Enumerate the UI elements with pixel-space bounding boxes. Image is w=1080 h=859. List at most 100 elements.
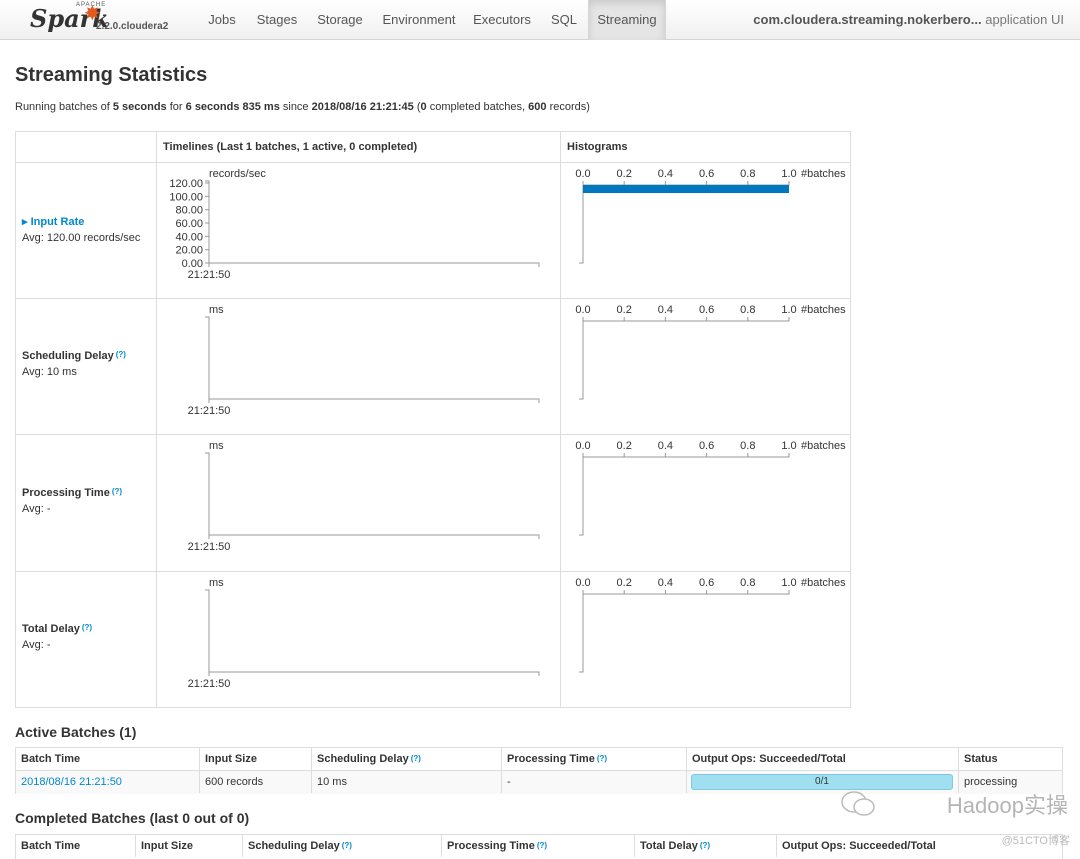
tab-streaming[interactable]: Streaming: [588, 0, 666, 40]
timeline-axis: [205, 180, 540, 267]
histogram-y-axis: [579, 321, 584, 400]
y-tick-label: 60.00: [175, 218, 203, 230]
histogram-tick-label: 0.6: [699, 168, 714, 180]
col-output-ops[interactable]: Output Ops: Succeeded/Total: [686, 748, 958, 770]
col-processing-time[interactable]: Processing Time (?): [501, 748, 686, 770]
y-tick-label: 120.00: [169, 178, 203, 190]
completed-label: completed batches,: [429, 101, 526, 113]
col-processing-time-label: Processing Time: [447, 840, 535, 852]
histogram-y-axis: [579, 457, 584, 536]
histogram-tick-label: 0.2: [617, 304, 632, 316]
timeline-axis: [205, 316, 540, 403]
histogram-tick-label: 0.0: [575, 168, 590, 180]
help-icon[interactable]: (?): [700, 841, 710, 850]
histogram-y-axis: [579, 185, 584, 264]
wechat-icon: [841, 791, 875, 816]
histogram-axis: [582, 453, 790, 458]
input-size-cell: 600 records: [199, 771, 311, 793]
histogram-tick-label: 0.4: [658, 168, 673, 180]
histogram-tick-label: 1.0: [781, 440, 796, 452]
timelines-header: Timelines (Last 1 batches, 1 active, 0 c…: [163, 141, 418, 153]
processing-time-cell: -: [501, 771, 686, 793]
histogram-tick-label: 0.0: [575, 577, 590, 589]
x-tick-label: 21:21:50: [188, 405, 231, 417]
tab-executors[interactable]: Executors: [468, 0, 536, 40]
app-title: com.cloudera.streaming.nokerbero... appl…: [753, 0, 1064, 39]
record-count: 600: [528, 101, 547, 113]
histogram-tick-label: 0.0: [575, 440, 590, 452]
spark-logo[interactable]: APACHE Spark ✸ 2.2.0.cloudera2: [30, 2, 180, 38]
scheduling-delay-cell: 10 ms: [311, 771, 501, 793]
scheduling-delay-avg: Avg: 10 ms: [22, 366, 77, 378]
histogram-tick-label: 0.8: [740, 577, 755, 589]
tab-storage[interactable]: Storage: [310, 0, 370, 40]
total-delay-histogram[interactable]: 0.0 0.2 0.4 0.6 0.8 1.0 #batches: [561, 572, 851, 708]
col-scheduling-delay[interactable]: Scheduling Delay (?): [311, 748, 501, 770]
y-tick-label: 80.00: [175, 205, 203, 217]
app-suffix: application UI: [985, 12, 1064, 27]
help-icon[interactable]: (?): [597, 754, 607, 763]
x-tick-label: 21:21:50: [188, 269, 231, 281]
batch-interval: 5 seconds: [112, 101, 167, 113]
help-icon[interactable]: (?): [116, 350, 126, 359]
batch-time-link[interactable]: 2018/08/16 21:21:50: [21, 776, 122, 788]
histogram-tick-label: 0.8: [740, 168, 755, 180]
input-rate-avg: Avg: 120.00 records/sec: [22, 232, 141, 244]
histogram-tick-label: 0.6: [699, 304, 714, 316]
col-input-size[interactable]: Input Size: [135, 835, 242, 857]
help-icon[interactable]: (?): [537, 841, 547, 850]
histogram-tick-label: 0.4: [658, 577, 673, 589]
histogram-bar: [583, 185, 789, 193]
processing-time-timeline[interactable]: ms 21:21:50: [157, 435, 560, 571]
tab-stages[interactable]: Stages: [250, 0, 304, 40]
histogram-tick-label: 1.0: [781, 168, 796, 180]
input-rate-label: Input Rate: [30, 216, 85, 228]
page-title: Streaming Statistics: [15, 64, 208, 86]
col-processing-time[interactable]: Processing Time (?): [441, 835, 634, 857]
scheduling-delay-timeline[interactable]: ms 21:21:50: [157, 299, 560, 434]
completed-batches-title: Completed Batches (last 0 out of 0): [15, 810, 250, 826]
total-delay-avg: Avg: -: [22, 639, 51, 651]
completed-count: 0: [420, 101, 427, 113]
start-time: 2018/08/16 21:21:45: [311, 101, 414, 113]
top-navbar: APACHE Spark ✸ 2.2.0.cloudera2 Jobs Stag…: [0, 0, 1080, 40]
processing-time-label: Processing Time: [22, 487, 110, 499]
help-icon[interactable]: (?): [82, 623, 92, 632]
batch-time-cell: 2018/08/16 21:21:50: [16, 771, 199, 793]
processing-time-avg: Avg: -: [22, 503, 51, 515]
output-ops-progress-bar: 0/1: [691, 774, 953, 790]
col-total-delay[interactable]: Total Delay (?): [634, 835, 776, 857]
histogram-tick-label: 0.2: [617, 577, 632, 589]
help-icon[interactable]: (?): [342, 841, 352, 850]
col-total-delay-label: Total Delay: [640, 840, 698, 852]
histogram-tick-label: 0.6: [699, 577, 714, 589]
timeline-axis: [205, 452, 540, 539]
histogram-y-axis: [579, 594, 584, 673]
col-batch-time[interactable]: Batch Time: [16, 835, 135, 857]
histogram-axis: [582, 181, 790, 186]
histogram-tick-label: 0.8: [740, 440, 755, 452]
summary-since: since: [282, 101, 309, 113]
input-rate-timeline[interactable]: records/sec 120.00100.00 80.0060.0040.00 20…: [157, 163, 560, 298]
input-rate-histogram[interactable]: 0.0 0.2 0.4 0.6 0.8 1.0 #batches: [561, 163, 851, 298]
watermark-sub: @51CTO博客: [1001, 835, 1070, 847]
col-status[interactable]: Status: [958, 748, 1064, 770]
help-icon[interactable]: (?): [411, 754, 421, 763]
histogram-tick-label: 1.0: [781, 577, 796, 589]
total-delay-timeline[interactable]: ms 21:21:50: [157, 572, 560, 708]
histogram-tick-label: 0.0: [575, 304, 590, 316]
tab-sql[interactable]: SQL: [542, 0, 586, 40]
input-rate-toggle[interactable]: ▸ Input Rate: [22, 215, 140, 228]
metric-total-delay: Total Delay (?) Avg: -: [22, 623, 92, 651]
processing-time-histogram[interactable]: 0.0 0.2 0.4 0.6 0.8 1.0 #batches: [561, 435, 851, 571]
output-ops-cell: 0/1: [686, 771, 958, 793]
y-tick-label: 100.00: [169, 191, 203, 203]
x-tick-label: 21:21:50: [188, 541, 231, 553]
tab-environment[interactable]: Environment: [376, 0, 462, 40]
scheduling-delay-histogram[interactable]: 0.0 0.2 0.4 0.6 0.8 1.0 #batches: [561, 299, 851, 434]
help-icon[interactable]: (?): [112, 487, 122, 496]
col-batch-time[interactable]: Batch Time: [16, 748, 199, 770]
tab-jobs[interactable]: Jobs: [198, 0, 246, 40]
col-input-size[interactable]: Input Size: [199, 748, 311, 770]
col-scheduling-delay[interactable]: Scheduling Delay (?): [242, 835, 441, 857]
